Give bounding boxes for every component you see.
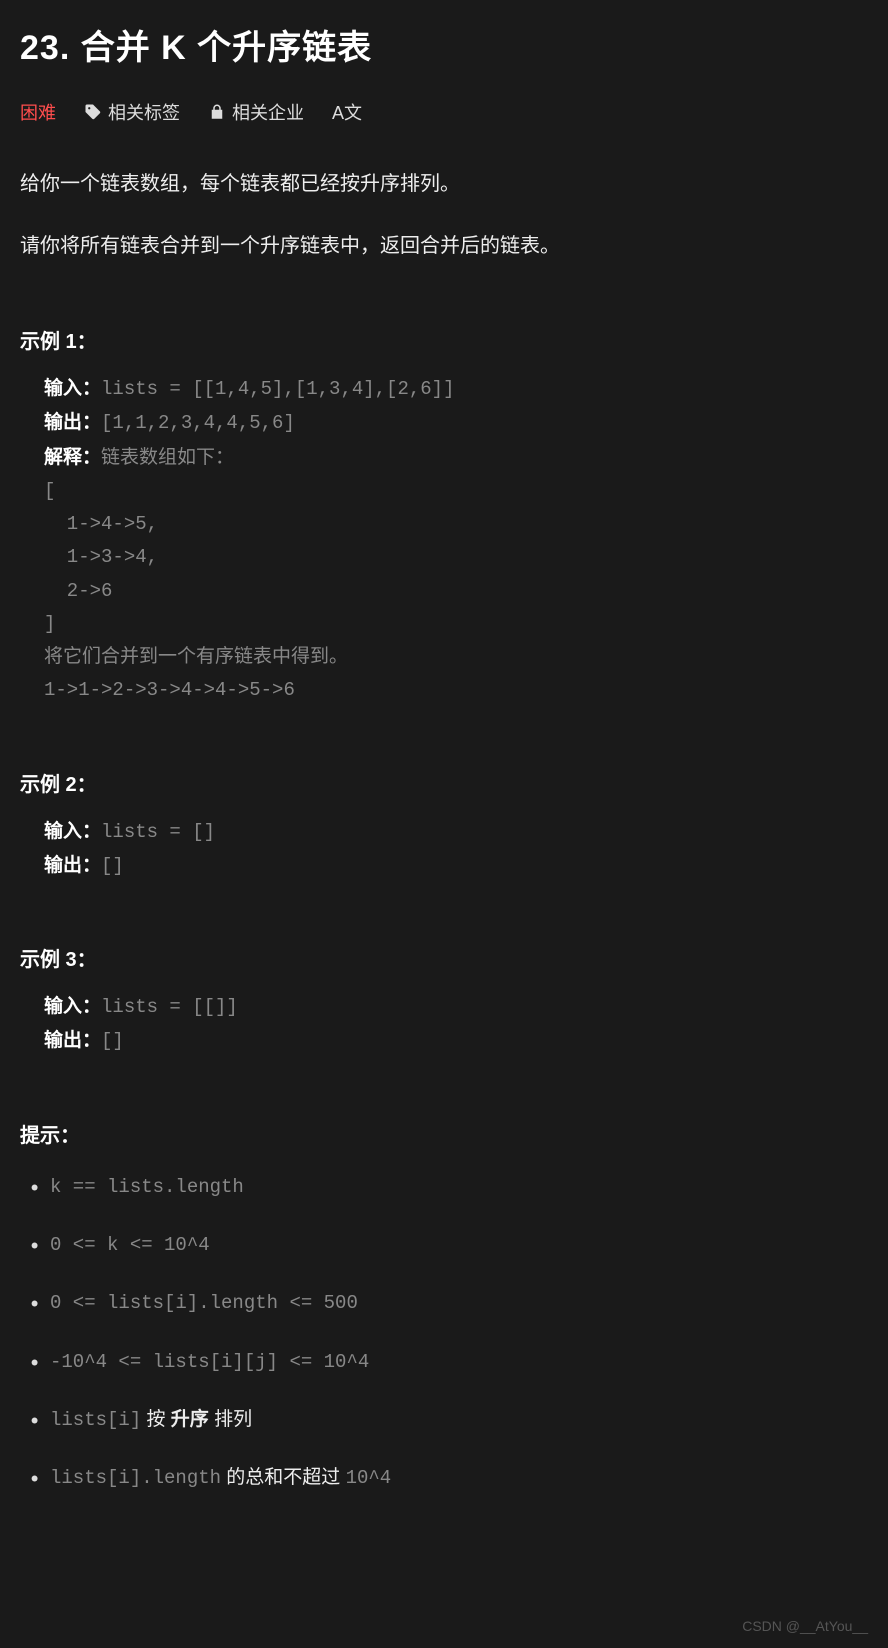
translate-icon: A文 — [332, 99, 362, 125]
desc-p1: 给你一个链表数组，每个链表都已经按升序排列。 — [20, 165, 868, 203]
example-1-explain-intro: 链表数组如下： — [101, 447, 234, 469]
output-label: 输出： — [44, 412, 101, 433]
example-3: 输入：lists = [[]] 输出：[] — [20, 990, 868, 1059]
example-1: 输入：lists = [[1,4,5],[1,3,4],[2,6]] 输出：[1… — [20, 372, 868, 708]
example-2-input: lists = [] — [101, 821, 215, 843]
example-2: 输入：lists = [] 输出：[] — [20, 815, 868, 884]
lang-toggle[interactable]: A文 — [332, 99, 362, 125]
explain-label: 解释： — [44, 447, 101, 468]
input-label: 输入： — [44, 821, 101, 842]
hint-item: lists[i] 按 升序 排列 — [24, 1405, 868, 1435]
company-label: 相关企业 — [232, 99, 304, 125]
tags-label: 相关标签 — [108, 99, 180, 125]
example-3-label: 示例 3： — [20, 943, 868, 972]
output-label: 输出： — [44, 1030, 101, 1051]
example-3-output: [] — [101, 1030, 124, 1052]
example-1-input: lists = [[1,4,5],[1,3,4],[2,6]] — [101, 378, 454, 400]
tag-icon — [84, 103, 102, 121]
example-2-output: [] — [101, 855, 124, 877]
desc-p2: 请你将所有链表合并到一个升序链表中，返回合并后的链表。 — [20, 227, 868, 265]
input-label: 输入： — [44, 378, 101, 399]
description: 给你一个链表数组，每个链表都已经按升序排列。 请你将所有链表合并到一个升序链表中… — [20, 165, 868, 265]
hint-item: lists[i].length 的总和不超过 10^4 — [24, 1463, 868, 1493]
difficulty-badge: 困难 — [20, 99, 56, 125]
example-3-input: lists = [[]] — [101, 996, 238, 1018]
lock-icon — [208, 103, 226, 121]
hint-item: 0 <= lists[i].length <= 500 — [24, 1288, 868, 1318]
example-1-label: 示例 1： — [20, 325, 868, 354]
meta-row: 困难 相关标签 相关企业 A文 — [20, 99, 868, 125]
hint-item: k == lists.length — [24, 1172, 868, 1202]
example-1-explain-body: [ 1->4->5, 1->3->4, 2->6 ] 将它们合并到一个有序链表中… — [44, 480, 348, 702]
hint-item: 0 <= k <= 10^4 — [24, 1230, 868, 1260]
hints-section: k == lists.length 0 <= k <= 10^4 0 <= li… — [20, 1172, 868, 1494]
output-label: 输出： — [44, 855, 101, 876]
company-link[interactable]: 相关企业 — [208, 99, 304, 125]
watermark: CSDN @__AtYou__ — [742, 1618, 868, 1634]
input-label: 输入： — [44, 996, 101, 1017]
hints-label: 提示： — [20, 1119, 868, 1148]
hint-item: -10^4 <= lists[i][j] <= 10^4 — [24, 1347, 868, 1377]
example-2-label: 示例 2： — [20, 768, 868, 797]
problem-title: 23. 合并 K 个升序链表 — [20, 20, 868, 69]
tags-link[interactable]: 相关标签 — [84, 99, 180, 125]
example-1-output: [1,1,2,3,4,4,5,6] — [101, 412, 295, 434]
